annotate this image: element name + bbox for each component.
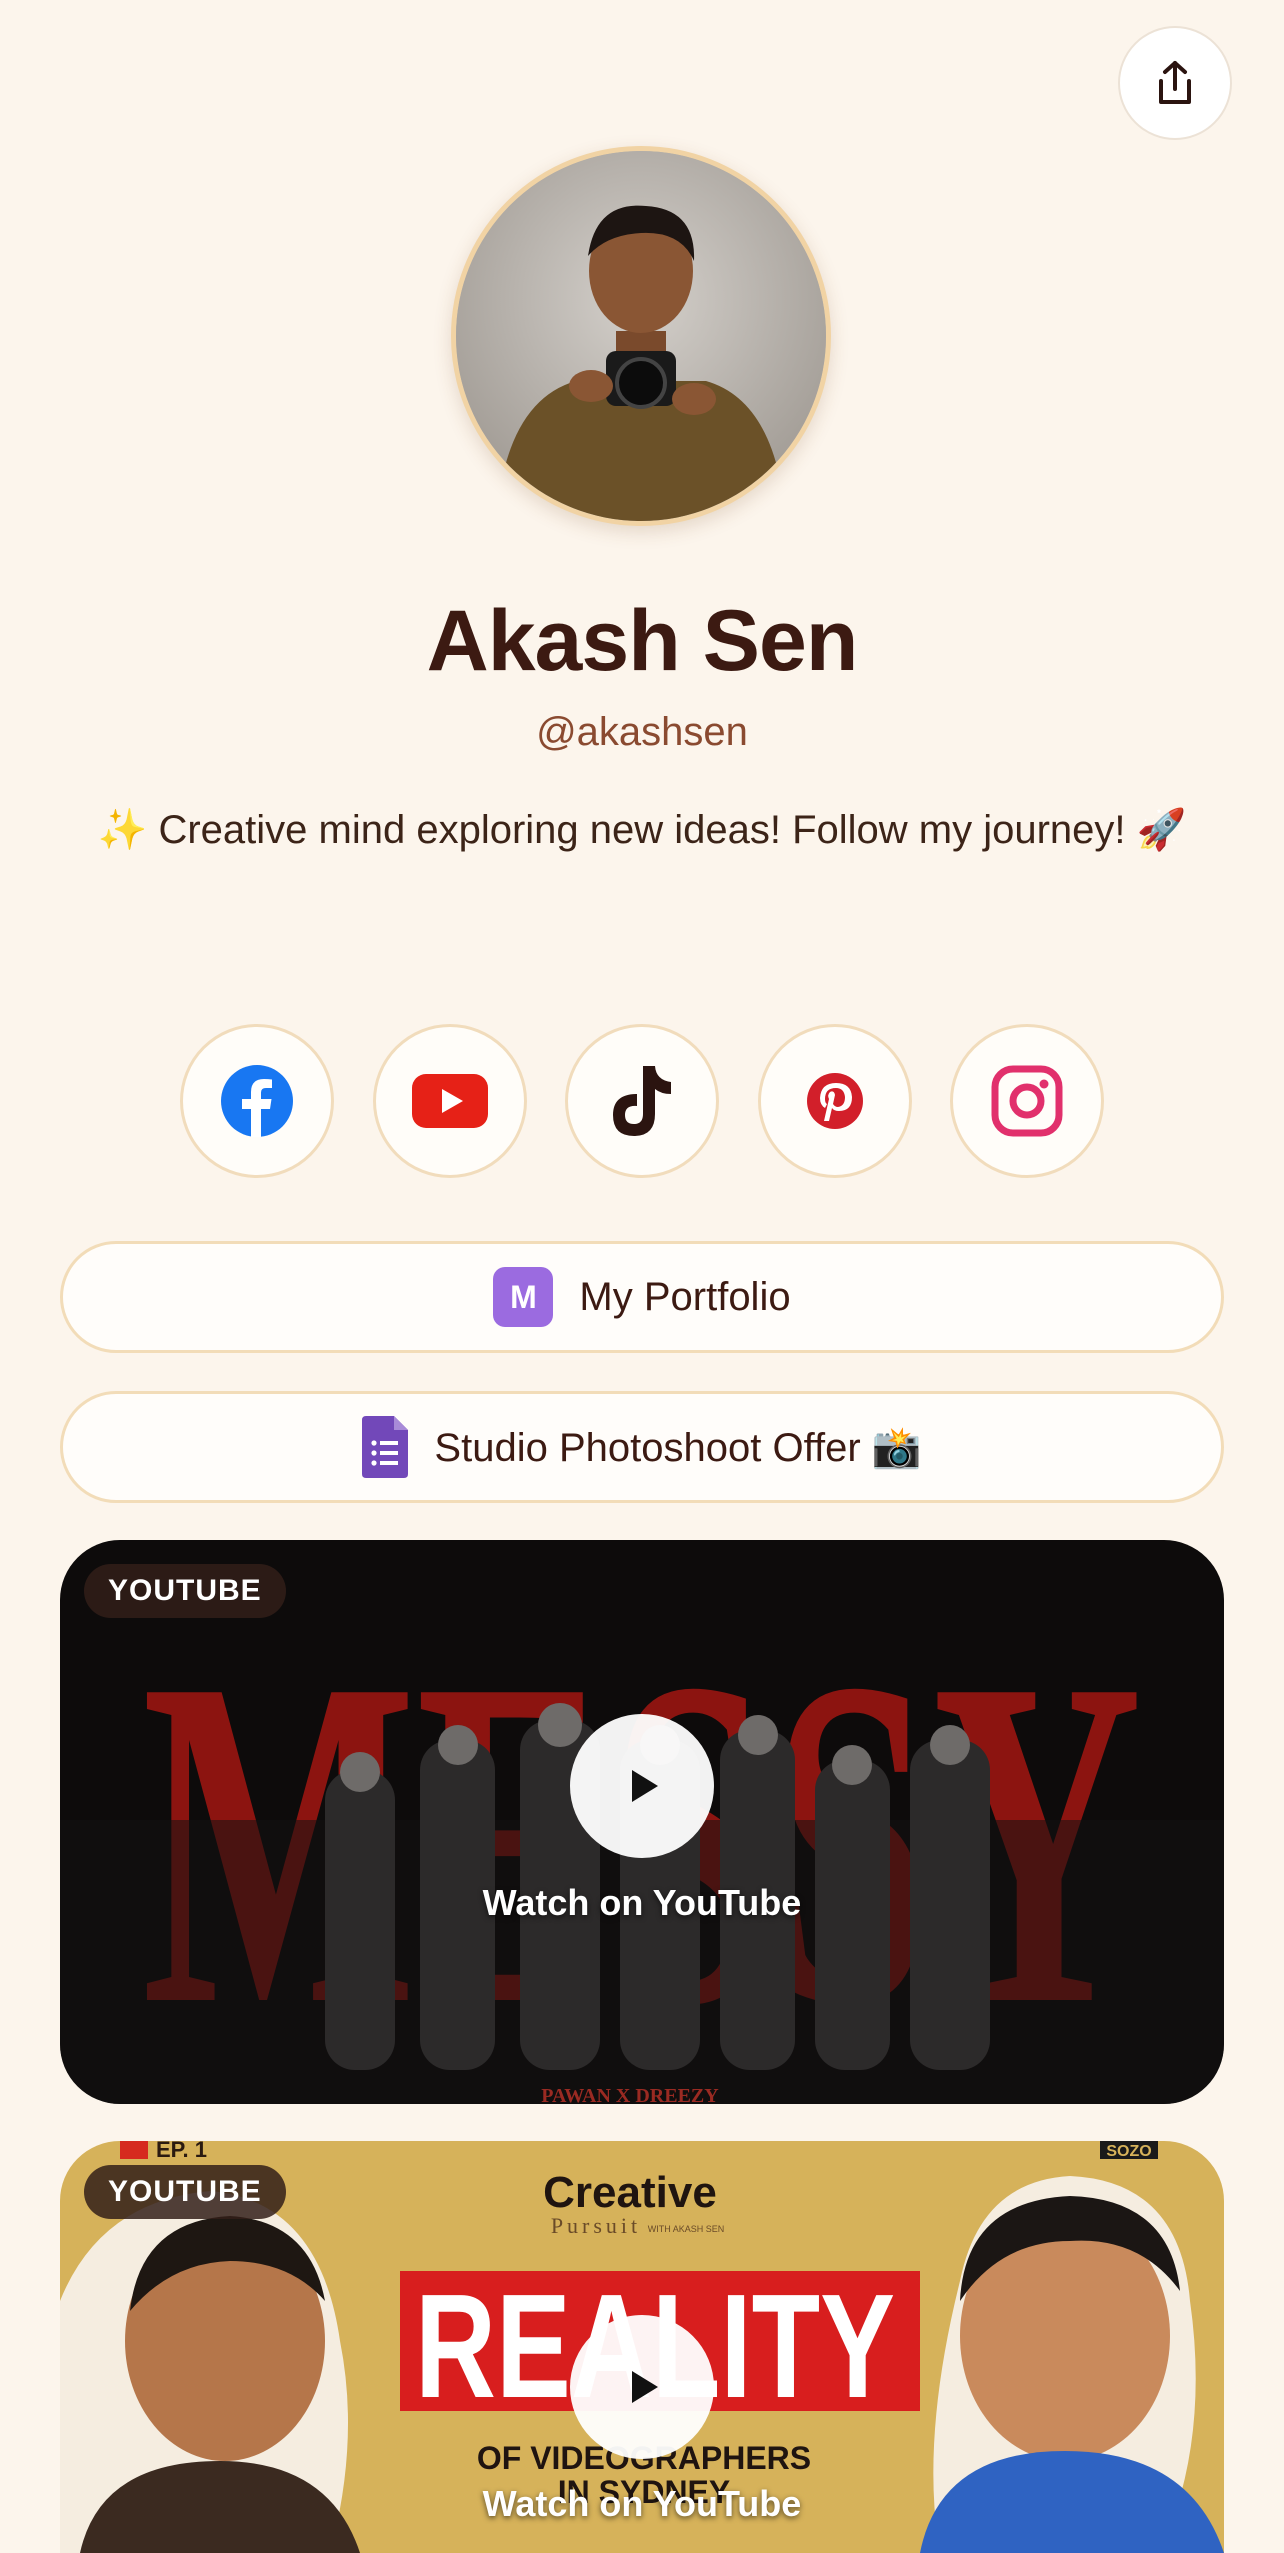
social-links	[180, 1024, 1104, 1178]
link-label: Studio Photoshoot Offer 📸	[434, 1425, 922, 1470]
thumbnail-brand-sub: Pursuit	[551, 2213, 641, 2238]
youtube-video-card[interactable]: MESSY PAWAN X DREEZY YOUTUBE Watch on Yo…	[60, 1540, 1224, 2104]
pinterest-link[interactable]	[757, 1024, 912, 1178]
youtube-icon	[411, 1074, 488, 1128]
studio-offer-link-button[interactable]: Studio Photoshoot Offer 📸	[60, 1391, 1224, 1503]
profile-bio: ✨ Creative mind exploring new ideas! Fol…	[97, 808, 1187, 852]
portfolio-m-icon: M	[493, 1267, 554, 1327]
form-document-icon	[362, 1416, 409, 1478]
thumbnail-caption: PAWAN X DREEZY	[541, 2085, 719, 2104]
video-source-tag: YOUTUBE	[84, 1564, 286, 1618]
thumbnail-corner-logo: SOZO	[1106, 2143, 1151, 2160]
youtube-link[interactable]	[372, 1024, 527, 1178]
share-button[interactable]	[1118, 26, 1232, 140]
pinterest-icon	[806, 1073, 863, 1129]
video-source-tag: YOUTUBE	[84, 2165, 286, 2219]
thumbnail-brand-by: WITH AKASH SEN	[648, 2224, 725, 2234]
facebook-icon	[221, 1065, 293, 1137]
profile-handle: @akashsen	[536, 710, 748, 754]
play-button[interactable]	[570, 2315, 714, 2459]
tiktok-link[interactable]	[565, 1024, 719, 1178]
portfolio-link-button[interactable]: M My Portfolio	[60, 1241, 1224, 1353]
play-icon	[632, 2371, 658, 2403]
watch-on-youtube-label: Watch on YouTube	[482, 2483, 802, 2524]
facebook-link[interactable]	[180, 1024, 334, 1178]
avatar	[451, 146, 831, 526]
thumbnail-brand: Creative	[543, 2168, 717, 2217]
link-label: My Portfolio	[579, 1274, 791, 1319]
tiktok-icon	[613, 1066, 671, 1136]
play-button[interactable]	[570, 1714, 714, 1858]
share-icon	[1159, 61, 1191, 104]
thumbnail-episode: EP. 1	[156, 2141, 207, 2162]
profile-name: Akash Sen	[426, 593, 859, 689]
youtube-video-card[interactable]: EP. 1 SOZO Creative Pursuit WITH AKASH S…	[60, 2141, 1224, 2553]
play-icon	[632, 1770, 658, 1802]
instagram-link[interactable]	[950, 1024, 1104, 1178]
instagram-icon	[991, 1065, 1063, 1137]
watch-on-youtube-label: Watch on YouTube	[482, 1882, 802, 1923]
